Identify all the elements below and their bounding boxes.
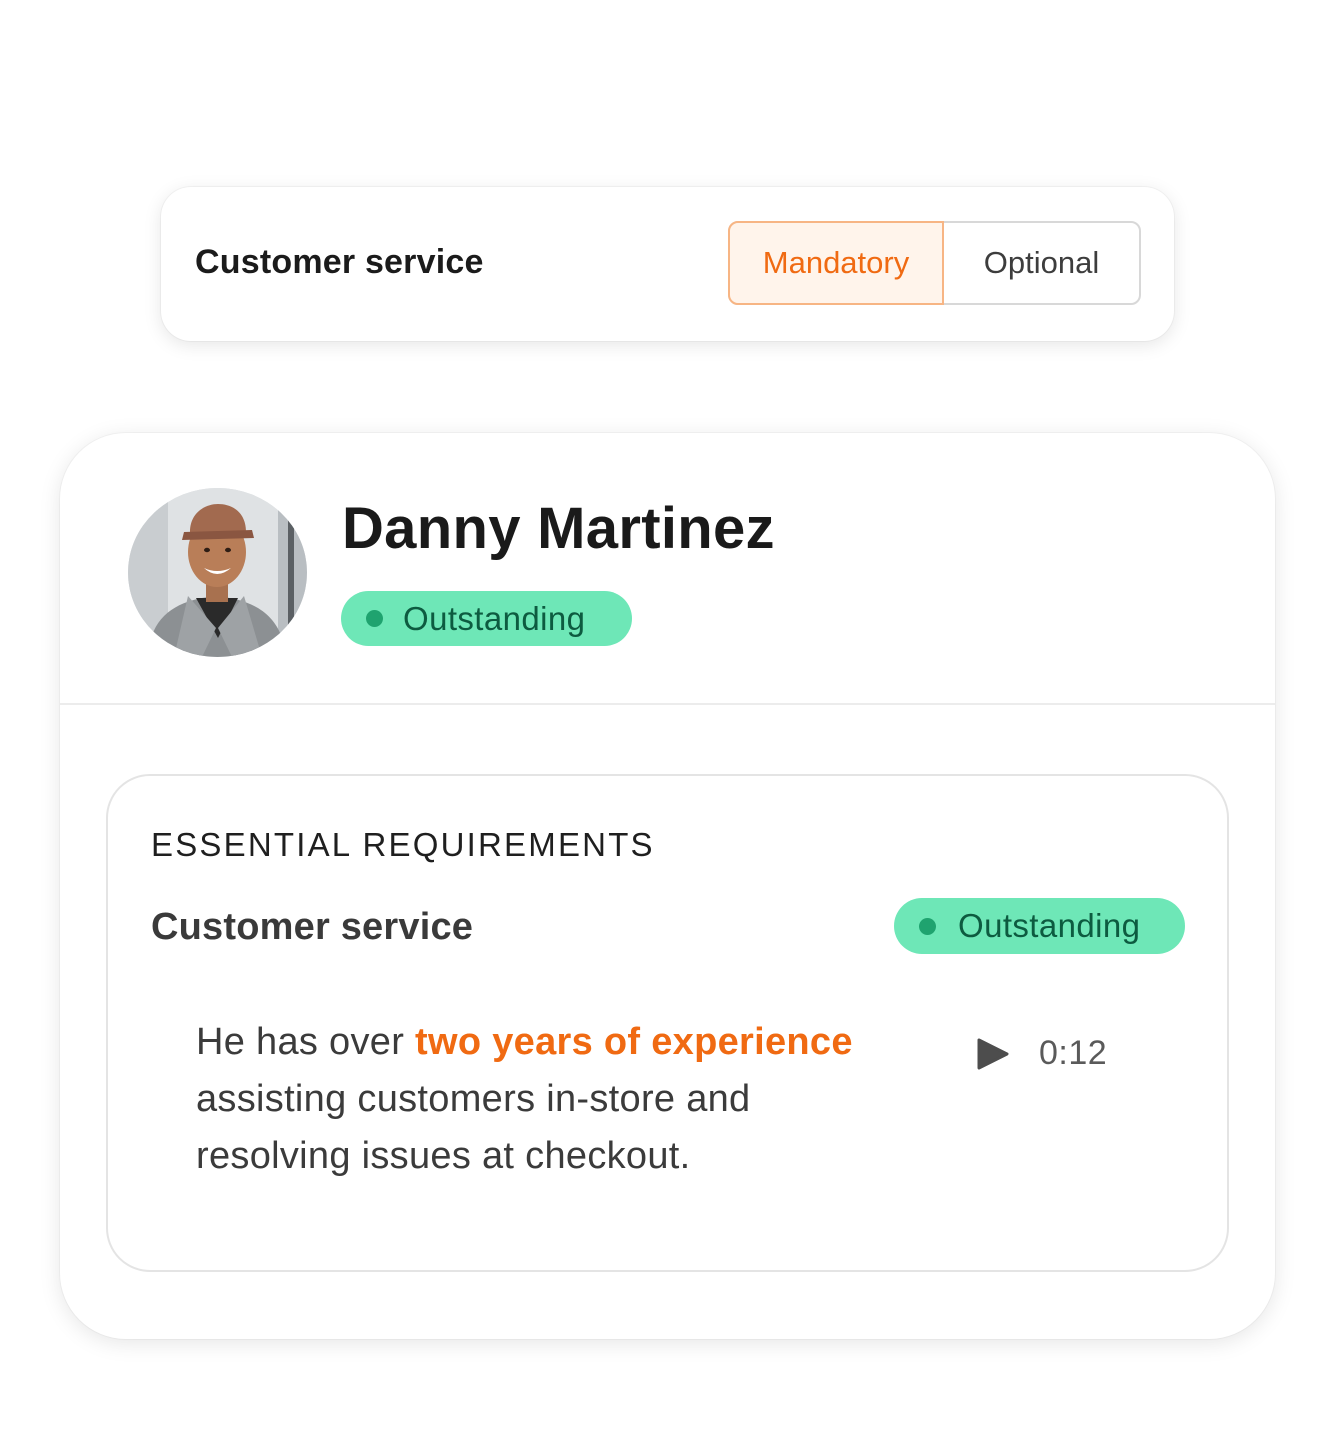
candidate-name: Danny Martinez bbox=[342, 496, 775, 561]
candidate-card: Danny Martinez Outstanding ESSENTIAL REQ… bbox=[60, 433, 1275, 1339]
evidence-text-rest: assisting customers in-store and resolvi… bbox=[196, 1078, 751, 1177]
play-icon[interactable] bbox=[976, 1037, 1010, 1071]
stage: Customer service Mandatory Optional Dann… bbox=[0, 0, 1335, 1452]
audio-clip: 0:12 bbox=[976, 1034, 1107, 1073]
requirement-card: Customer service Mandatory Optional bbox=[161, 187, 1174, 341]
evidence-quote: He has over two years of experience assi… bbox=[196, 1014, 916, 1185]
requirement-type-toggle: Mandatory Optional bbox=[728, 221, 1141, 305]
section-label: ESSENTIAL REQUIREMENTS bbox=[151, 826, 655, 863]
avatar bbox=[128, 488, 307, 657]
audio-duration: 0:12 bbox=[1039, 1034, 1108, 1072]
skill-name: Customer service bbox=[151, 906, 474, 948]
optional-option[interactable]: Optional bbox=[944, 223, 1139, 303]
person-photo-icon bbox=[128, 488, 307, 657]
mandatory-option[interactable]: Mandatory bbox=[728, 221, 944, 305]
evidence-text: He has over bbox=[196, 1021, 416, 1063]
candidate-rating-badge: Outstanding bbox=[341, 591, 632, 646]
status-dot-icon bbox=[919, 917, 936, 935]
status-dot-icon bbox=[366, 610, 383, 627]
evidence-highlight: two years of experience bbox=[415, 1021, 853, 1063]
candidate-rating-label: Outstanding bbox=[403, 599, 586, 637]
skill-rating-badge: Outstanding bbox=[894, 898, 1185, 954]
requirements-panel: ESSENTIAL REQUIREMENTS Customer service … bbox=[106, 774, 1229, 1272]
divider bbox=[60, 703, 1275, 705]
requirement-title: Customer service bbox=[195, 243, 484, 281]
skill-rating-label: Outstanding bbox=[958, 907, 1141, 944]
